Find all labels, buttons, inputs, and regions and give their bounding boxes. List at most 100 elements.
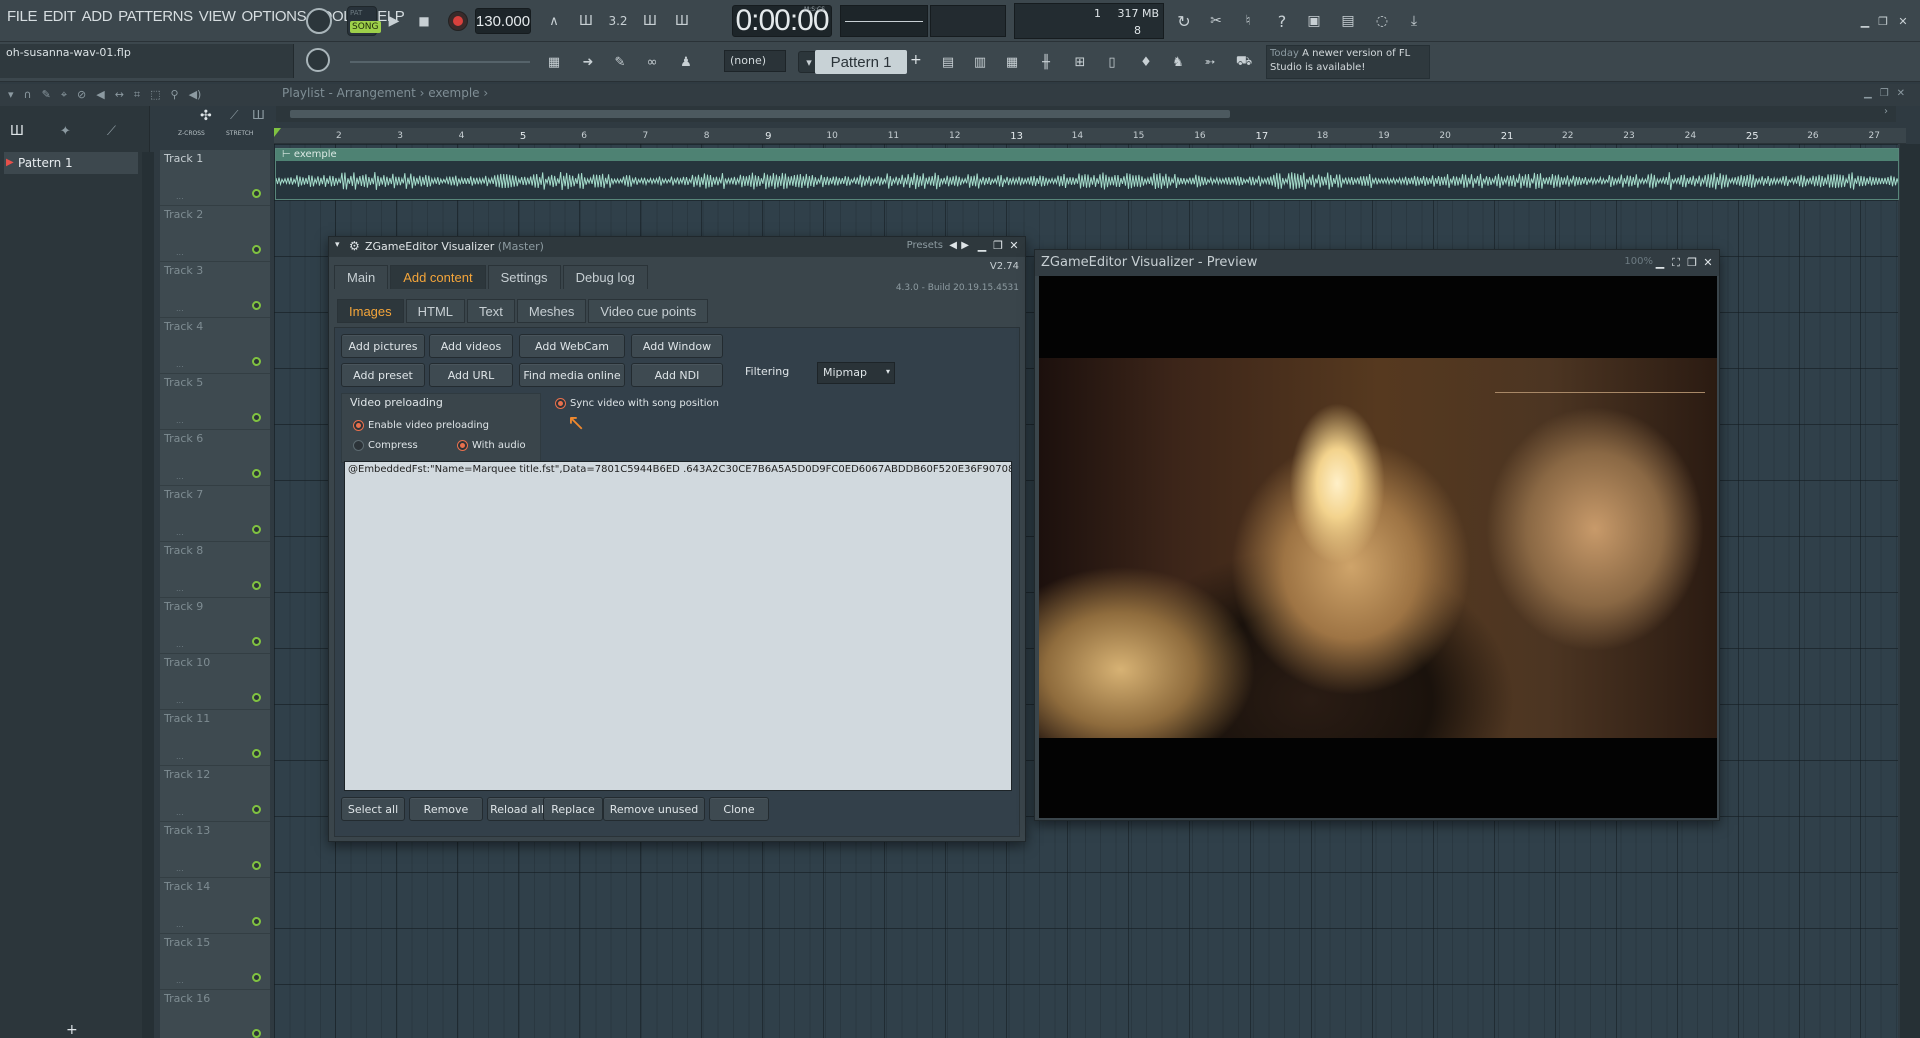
minimize-icon[interactable]: ▁ (1864, 88, 1872, 99)
draw-icon[interactable]: ✎ (42, 88, 51, 102)
timeline-ruler[interactable]: 2 3 4 5 6 7 8 9 10 11 12 13 14 15 16 17 18 19 20 21 22 23 24 25… (274, 128, 1906, 144)
track-mute-led[interactable] (252, 749, 261, 758)
tab-text[interactable]: Text (467, 299, 515, 323)
select-all-button[interactable]: Select all (341, 797, 405, 821)
undo-icon[interactable]: ↻ (1170, 7, 1198, 35)
close-icon[interactable]: ✕ (1897, 88, 1905, 99)
track-mute-led[interactable] (252, 357, 261, 366)
filtering-select[interactable]: Mipmap ▾ (817, 362, 895, 384)
zoom-icon[interactable]: ⚲ (171, 88, 179, 102)
add-ndi-button[interactable]: Add NDI (631, 363, 723, 387)
stop-icon[interactable]: ■ (410, 7, 438, 35)
loop-record-icon[interactable]: Ш (668, 7, 696, 35)
window-menu-icon[interactable]: ▾ (335, 240, 340, 250)
audio-clip[interactable]: ⊢ exemple (275, 148, 1899, 200)
playback-icon[interactable]: ◀) (189, 88, 202, 102)
grid-icon[interactable]: Ш (252, 108, 265, 122)
piano-roll-window-icon[interactable]: ▥ (966, 48, 994, 76)
track-grip[interactable]: ... (176, 248, 184, 257)
help-icon[interactable]: ? (1268, 7, 1296, 35)
track-header[interactable]: Track 12... (160, 766, 270, 822)
audio-icon[interactable]: ✦ (60, 124, 71, 140)
track-mute-led[interactable] (252, 973, 261, 982)
track-mute-led[interactable] (252, 301, 261, 310)
piano-roll-icon[interactable]: ▦ (540, 48, 568, 76)
track-grip[interactable]: ... (176, 920, 184, 929)
track-header[interactable]: Track 15... (160, 934, 270, 990)
content-list-textarea[interactable]: @EmbeddedFst:"Name=Marquee title.fst",Da… (344, 461, 1012, 791)
menu-file[interactable]: FILE (4, 8, 40, 25)
track-header[interactable]: Track 6... (160, 430, 270, 486)
stamp-icon[interactable]: ♟ (672, 48, 700, 76)
touch-icon[interactable]: ♞ (1164, 48, 1192, 76)
track-mute-led[interactable] (252, 245, 261, 254)
snap-select[interactable]: (none) (724, 50, 786, 72)
slip-icon[interactable]: ↔ (115, 88, 124, 102)
scroll-thumb[interactable] (290, 110, 1230, 118)
news-panel[interactable]: Today A newer version of FL Studio is av… (1266, 45, 1430, 79)
paint-icon[interactable]: ⌖ (61, 88, 67, 102)
track-mute-led[interactable] (252, 189, 261, 198)
mute-icon[interactable]: ◀ (96, 88, 104, 102)
add-pictures-button[interactable]: Add pictures (341, 334, 425, 358)
countdown-icon[interactable]: 3.2 (604, 7, 632, 35)
restore-icon[interactable]: ❐ (991, 239, 1005, 253)
track-header[interactable]: Track 5... (160, 374, 270, 430)
replace-button[interactable]: Replace (543, 797, 603, 821)
preset-prev-icon[interactable]: ◀ (949, 240, 957, 251)
sync-video-radio[interactable]: Sync video with song position (555, 398, 719, 409)
stretch-icon[interactable]: ⟋ (230, 108, 238, 123)
files-icon[interactable]: ▯ (1098, 48, 1126, 76)
piano-icon[interactable]: Ш (10, 124, 24, 140)
metronome-icon[interactable]: ∧ (540, 7, 568, 35)
close-icon[interactable]: ✕ (1007, 239, 1021, 253)
track-grip[interactable]: ... (176, 752, 184, 761)
pitch-slider[interactable] (350, 61, 530, 63)
automation-icon[interactable]: ⟋ (107, 124, 116, 140)
tempo-display[interactable]: 130.000 (475, 8, 531, 34)
horizontal-scrollbar[interactable] (276, 106, 1896, 122)
render-icon[interactable]: ➳ (1196, 48, 1224, 76)
track-mute-led[interactable] (252, 861, 261, 870)
enable-video-preloading-radio[interactable]: Enable video preloading (353, 420, 489, 431)
add-window-button[interactable]: Add Window (631, 334, 723, 358)
scroll-right-icon[interactable]: › (1884, 106, 1888, 117)
download-icon[interactable]: ⤓ (1400, 7, 1428, 35)
tab-meshes[interactable]: Meshes (516, 299, 587, 323)
picker-scrollbar[interactable] (142, 152, 154, 1038)
track-mute-led[interactable] (252, 693, 261, 702)
select-icon[interactable]: ⬚ (150, 88, 160, 102)
channel-rack-icon[interactable]: ▦ (998, 48, 1026, 76)
track-mute-led[interactable] (252, 581, 261, 590)
track-mute-led[interactable] (252, 525, 261, 534)
menu-patterns[interactable]: PATTERNS (115, 8, 196, 25)
menu-add[interactable]: ADD (79, 8, 115, 25)
tab-main[interactable]: Main (334, 265, 389, 289)
menu-view[interactable]: VIEW (196, 8, 239, 25)
playhead-marker[interactable] (274, 128, 281, 137)
track-header[interactable]: Track 9... (160, 598, 270, 654)
close-icon[interactable]: ✕ (1892, 10, 1914, 32)
compress-radio[interactable]: Compress (353, 440, 418, 451)
tab-settings[interactable]: Settings (487, 265, 561, 289)
tab-images[interactable]: Images (337, 299, 404, 323)
add-url-button[interactable]: Add URL (429, 363, 513, 387)
fullscreen-icon[interactable]: ⛶ (1669, 256, 1683, 270)
track-mute-led[interactable] (252, 469, 261, 478)
track-grip[interactable]: ... (176, 416, 184, 425)
tab-debug-log[interactable]: Debug log (562, 265, 648, 289)
cart-icon[interactable]: ⛟ (1230, 48, 1258, 76)
pattern-select[interactable]: Pattern 1 (815, 50, 907, 74)
with-audio-radio[interactable]: With audio (457, 440, 526, 451)
menu-edit[interactable]: EDIT (40, 8, 79, 25)
restore-icon[interactable]: ❐ (1685, 256, 1699, 270)
link-icon[interactable]: ∞ (638, 48, 666, 76)
wait-icon[interactable]: Ш (572, 7, 600, 35)
track-grip[interactable]: ... (176, 472, 184, 481)
crosshair-icon[interactable]: ✣ (200, 108, 212, 124)
blend-notes-icon[interactable]: Ш (636, 7, 664, 35)
chevron-down-icon[interactable]: ▾ (8, 88, 14, 102)
playlist-icon[interactable]: ▤ (934, 48, 962, 76)
slice-icon[interactable]: ⌗ (134, 88, 140, 102)
tab-add-content[interactable]: Add content (390, 265, 486, 289)
